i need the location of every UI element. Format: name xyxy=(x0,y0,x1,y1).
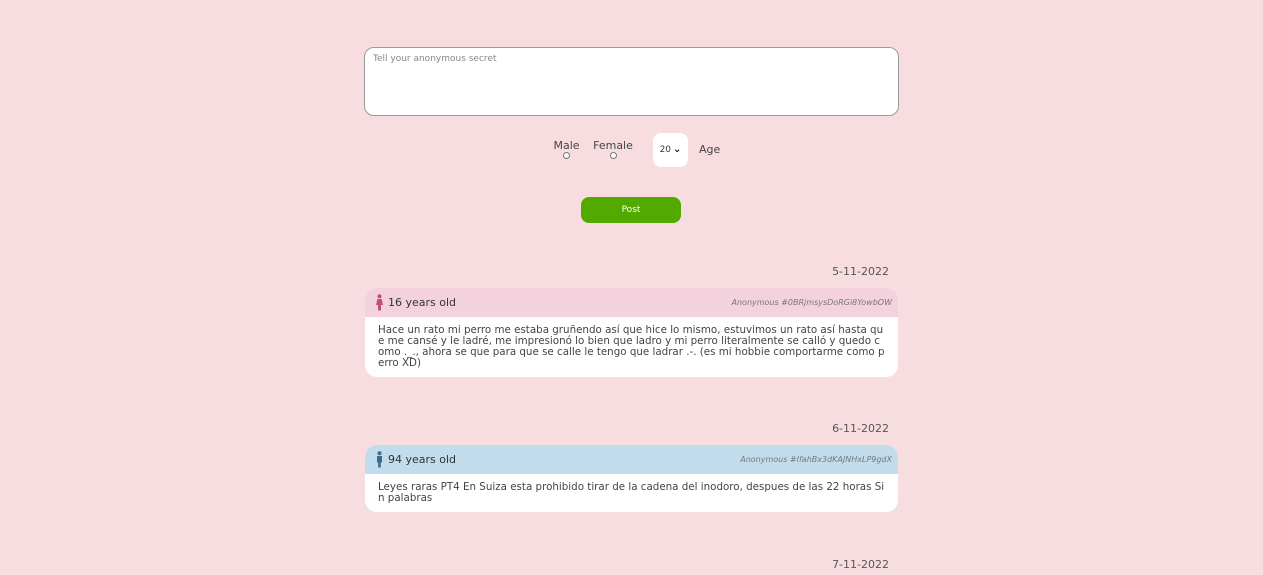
post-body: Hace un rato mi perro me estaba gruñendo… xyxy=(378,324,885,369)
post-body: Leyes raras PT4 En Suiza esta prohibido … xyxy=(378,481,885,504)
post-date: 6-11-2022 xyxy=(832,422,889,435)
male-radio[interactable] xyxy=(563,152,570,159)
chevron-down-icon: ⌄ xyxy=(673,144,682,155)
anonymous-id: Anonymous #IfahBx3dKAJNHxLP9gdX xyxy=(740,455,892,464)
male-option[interactable]: Male xyxy=(553,139,580,159)
post-header: 94 years old Anonymous #IfahBx3dKAJNHxLP… xyxy=(365,445,898,474)
post-card: 94 years old Anonymous #IfahBx3dKAJNHxLP… xyxy=(365,445,898,512)
female-person-icon xyxy=(376,294,383,311)
male-person-icon xyxy=(377,451,382,468)
age-select-value: 20 xyxy=(659,145,672,155)
female-option[interactable]: Female xyxy=(593,139,633,159)
male-label: Male xyxy=(553,139,580,152)
secret-input[interactable] xyxy=(364,47,899,116)
female-label: Female xyxy=(593,139,633,152)
female-radio[interactable] xyxy=(609,152,617,159)
post-button[interactable]: Post xyxy=(581,197,681,223)
secrets-page: Male Female 20 ⌄ Age Post 5-11-2022 16 y… xyxy=(0,0,1263,575)
post-date: 7-11-2022 xyxy=(832,558,889,571)
post-age: 94 years old xyxy=(388,453,457,466)
age-select[interactable]: 20 ⌄ xyxy=(653,133,688,167)
post-card: 16 years old Anonymous #0BRjmsysDoRGi8Yo… xyxy=(365,288,898,377)
post-header: 16 years old Anonymous #0BRjmsysDoRGi8Yo… xyxy=(365,288,898,317)
post-age: 16 years old xyxy=(388,296,457,309)
age-label: Age xyxy=(699,143,721,156)
post-date: 5-11-2022 xyxy=(832,265,889,278)
anonymous-id: Anonymous #0BRjmsysDoRGi8YowbOW xyxy=(731,298,893,307)
